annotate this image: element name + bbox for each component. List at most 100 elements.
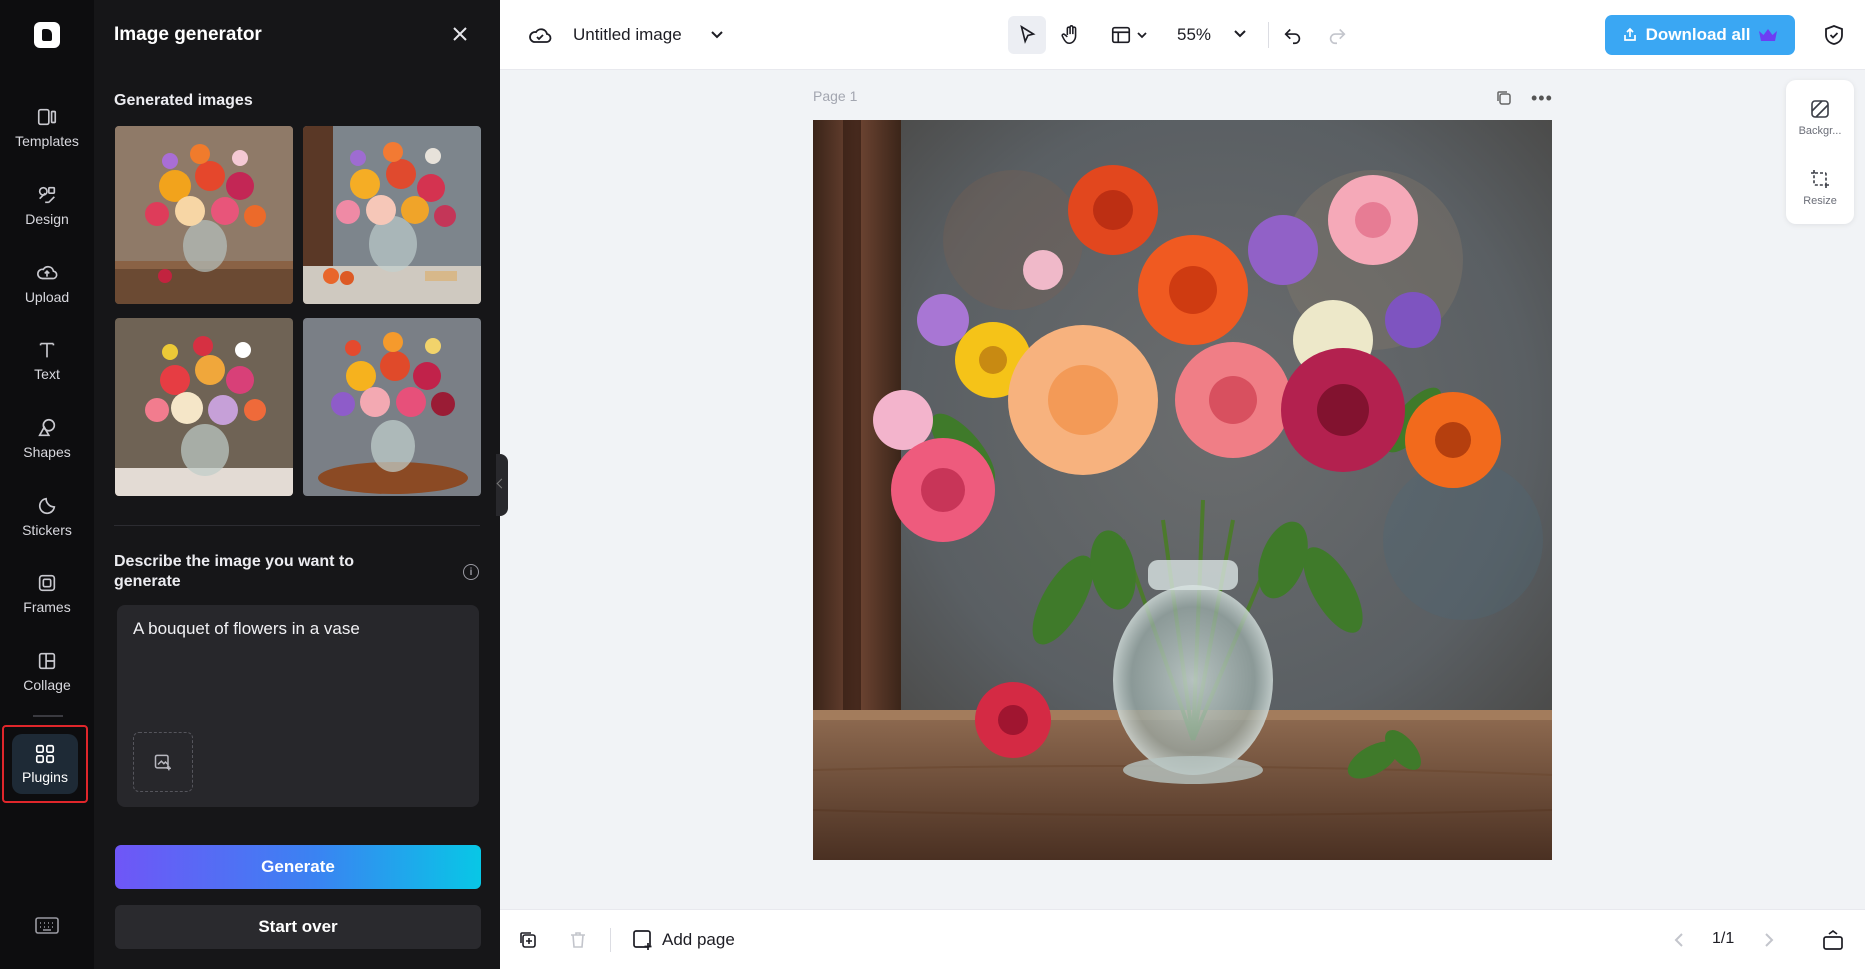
sidebar-item-upload[interactable]: Upload [0, 250, 94, 316]
chevron-down-icon[interactable] [709, 28, 725, 42]
canvas-artboard[interactable] [813, 120, 1552, 860]
chevron-left-icon[interactable] [1672, 932, 1686, 948]
prompt-input[interactable]: A bouquet of flowers in a vase [133, 619, 463, 639]
start-over-button[interactable]: Start over [115, 905, 481, 949]
download-all-button[interactable]: Download all [1605, 15, 1795, 55]
layout-icon [1111, 26, 1131, 44]
hand-icon [1061, 25, 1077, 45]
sidebar-item-plugins-active[interactable]: Plugins [12, 734, 78, 794]
background-tool-button[interactable]: Backgr... [1786, 84, 1854, 152]
chevron-down-icon[interactable] [1233, 28, 1247, 40]
generated-images-title: Generated images [114, 92, 253, 109]
generate-button[interactable]: Generate [115, 845, 481, 889]
download-all-label: Download all [1645, 25, 1751, 44]
add-page-label: Add page [662, 930, 735, 949]
upload-icon [37, 265, 58, 279]
cloud-save-icon[interactable] [528, 24, 552, 46]
add-page-button[interactable]: Add page [632, 926, 735, 954]
sidebar-item-text[interactable]: Text [0, 327, 94, 393]
close-icon[interactable] [448, 22, 472, 46]
sidebar-item-plugins[interactable]: Plugins [2, 725, 88, 803]
sidebar-item-label: Shapes [23, 443, 71, 460]
undo-button[interactable] [1274, 16, 1312, 54]
image-generator-panel: Image generator Generated images Describ… [94, 0, 500, 969]
crown-icon [1759, 29, 1778, 41]
bottom-toolbar: Add page 1/1 [500, 909, 1865, 969]
sidebar-item-label: Upload [24, 288, 70, 305]
bottombar-divider [610, 928, 611, 952]
sidebar-item-design[interactable]: Design [0, 172, 94, 238]
sidebar-item-label: Design [25, 210, 69, 227]
select-tool-button[interactable] [1008, 16, 1046, 54]
panel-collapse-handle[interactable] [496, 454, 508, 516]
generated-image-4-picture [303, 318, 481, 496]
sidebar-item-shapes[interactable]: Shapes [0, 405, 94, 471]
sidebar-item-label: Templates [15, 132, 79, 149]
resize-tool-label: Resize [1803, 195, 1837, 207]
hand-tool-button[interactable] [1052, 16, 1090, 54]
frames-icon [38, 574, 56, 591]
panel-title: Image generator [114, 24, 262, 45]
generated-image-3[interactable] [115, 318, 293, 496]
export-icon [1623, 27, 1636, 41]
app-logo[interactable] [34, 22, 60, 48]
sidebar-item-label: Plugins [22, 769, 68, 785]
describe-label: Describe the image you want to generate [114, 553, 355, 590]
add-image-icon [154, 754, 171, 771]
top-toolbar: Untitled image 55% Download all [500, 0, 1865, 70]
background-tool-label: Backgr... [1798, 125, 1842, 137]
text-icon [39, 342, 55, 357]
generated-image-1[interactable] [115, 126, 293, 304]
undo-icon [1284, 28, 1301, 45]
generated-image-2[interactable] [303, 126, 481, 304]
shapes-icon [38, 418, 56, 436]
page-label: Page 1 [813, 88, 858, 104]
collage-icon [38, 652, 56, 669]
flower-bouquet-image [813, 120, 1552, 860]
redo-icon [1329, 28, 1346, 45]
trash-icon[interactable] [568, 930, 588, 950]
document-title[interactable]: Untitled image [573, 25, 682, 45]
add-page-icon [633, 930, 652, 950]
duplicate-page-icon[interactable] [1495, 89, 1513, 107]
pointer-icon [1020, 24, 1036, 44]
duplicate-page-icon[interactable] [518, 930, 538, 950]
design-icon [38, 186, 56, 203]
rail-divider [33, 715, 63, 717]
chevron-down-icon [1137, 32, 1147, 39]
stickers-icon [38, 497, 56, 514]
panel-divider [114, 525, 480, 526]
background-icon [1811, 100, 1829, 118]
sidebar-item-stickers[interactable]: Stickers [0, 483, 94, 549]
sidebar-item-templates[interactable]: Templates [0, 94, 94, 160]
sidebar-item-collage[interactable]: Collage [0, 638, 94, 704]
generated-image-2-picture [303, 126, 481, 304]
resize-tool-button[interactable]: Resize [1786, 154, 1854, 222]
reference-image-upload[interactable] [133, 732, 193, 792]
shield-check-icon[interactable] [1822, 23, 1846, 47]
prompt-textarea[interactable]: A bouquet of flowers in a vase [117, 605, 479, 807]
left-rail: Templates Design Upload Text Shapes Stic… [0, 0, 94, 969]
page-more-icon[interactable]: ••• [1531, 88, 1553, 109]
templates-icon [37, 108, 57, 125]
sidebar-item-label: Frames [23, 598, 71, 615]
keyboard-icon[interactable] [35, 916, 59, 936]
generated-image-1-picture [115, 126, 293, 304]
sidebar-item-label: Text [34, 365, 60, 382]
redo-button[interactable] [1318, 16, 1356, 54]
sidebar-item-label: Collage [23, 676, 71, 693]
generated-image-3-picture [115, 318, 293, 496]
info-icon[interactable]: i [463, 564, 479, 580]
collapse-pages-icon[interactable] [1822, 929, 1844, 951]
generated-image-4[interactable] [303, 318, 481, 496]
toolbar-divider [1268, 22, 1269, 48]
right-tools-panel: Backgr... Resize [1786, 80, 1854, 224]
layout-tool-button[interactable] [1104, 16, 1154, 54]
sidebar-item-frames[interactable]: Frames [0, 560, 94, 626]
plugins-icon [35, 744, 55, 764]
chevron-right-icon[interactable] [1762, 932, 1776, 948]
zoom-level[interactable]: 55% [1177, 25, 1211, 45]
resize-icon [1811, 170, 1829, 188]
sidebar-item-label: Stickers [22, 521, 72, 538]
page-counter: 1/1 [1712, 930, 1735, 947]
